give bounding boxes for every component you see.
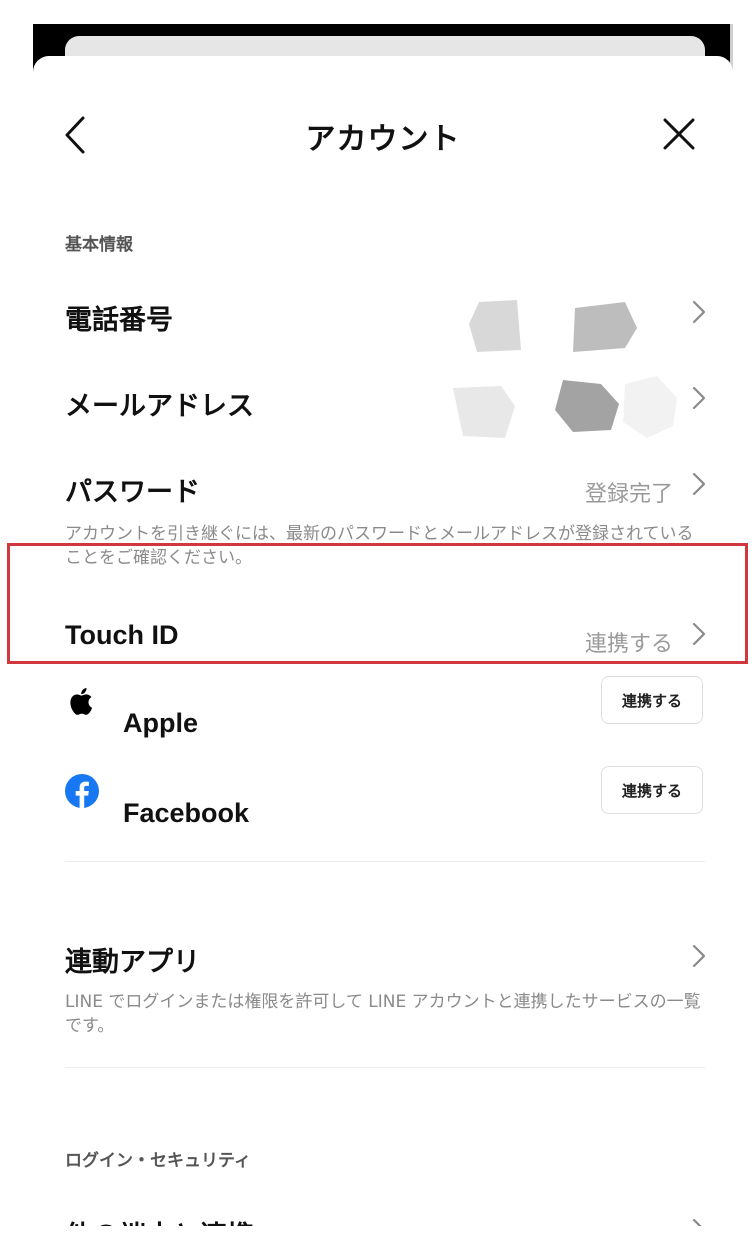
chevron-right-icon [692,1218,702,1226]
apple-row-title: Apple [123,708,199,738]
touch-id-highlight-frame [7,543,748,664]
password-row-title: パスワード [65,477,200,508]
password-status: 登録完了 [584,482,673,507]
chevron-right-icon [692,300,706,324]
email-row-title: メールアドレス [65,391,254,422]
phone-row-title: 電話番号 [65,305,173,336]
redacted-phone-value [469,300,637,352]
apple-icon [70,688,93,715]
linked-apps-row-title: 連動アプリ [65,947,200,978]
divider [65,1067,705,1068]
chevron-right-icon [692,944,706,968]
facebook-icon [65,774,99,808]
apple-link-button[interactable]: 連携する [601,676,703,724]
section-label-login-security: ログイン・セキュリティ [65,1151,251,1171]
chevron-right-icon [692,386,706,410]
close-icon[interactable] [661,116,697,152]
section-label-basic-info: 基本情報 [65,235,133,255]
other-devices-row-title: 他の端末と連携 [65,1214,254,1226]
facebook-link-button[interactable]: 連携する [601,766,703,814]
facebook-row-title: Facebook [123,798,250,828]
linked-apps-description: LINE でログインまたは権限を許可して LINE アカウントと連携したサービス… [65,992,701,1036]
page-title: アカウント [305,122,461,157]
chevron-right-icon [692,472,706,496]
redacted-email-value [453,376,677,438]
divider [65,861,705,862]
